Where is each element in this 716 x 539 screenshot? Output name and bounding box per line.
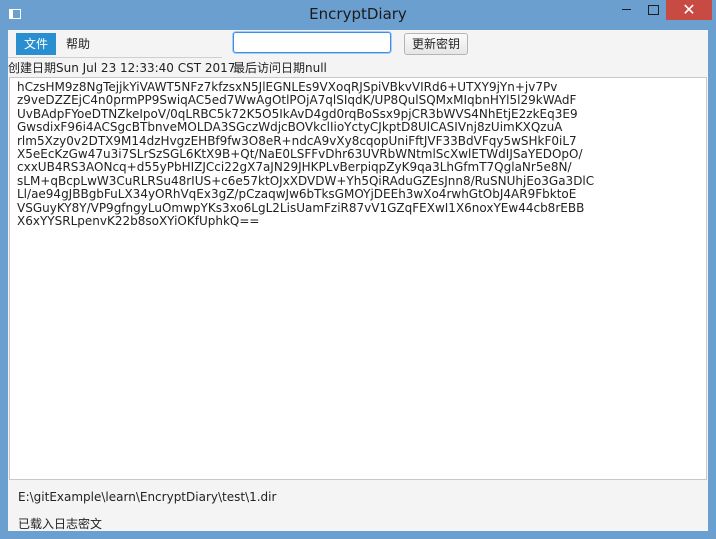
last-visited-label: 最后访问日期null — [233, 61, 327, 75]
maximize-icon — [647, 5, 659, 15]
window-title: EncryptDiary — [309, 5, 407, 23]
main-window: 文件 帮助 更新密钥 创建日期Sun Jul 23 12:33:40 CST 2… — [8, 30, 708, 531]
close-button[interactable]: ✕ — [666, 0, 712, 20]
status-message: 已载入日志密文 — [18, 517, 103, 531]
title-bar: EncryptDiary ✕ — [0, 0, 716, 30]
minimize-button[interactable] — [612, 0, 640, 20]
menu-bar: 文件 帮助 — [8, 30, 222, 58]
minimize-icon — [621, 9, 631, 10]
created-date-label: 创建日期Sun Jul 23 12:33:40 CST 2017 — [8, 61, 236, 75]
key-input[interactable] — [233, 32, 391, 53]
encrypted-content: hCzsHM9z8NgTejjkYiVAWT5NFz7kfzsxN5JlEGNL… — [17, 80, 595, 229]
file-path-label: E:\gitExample\learn\EncryptDiary\test\1.… — [18, 490, 277, 504]
maximize-button[interactable] — [640, 0, 666, 20]
close-icon: ✕ — [682, 0, 696, 19]
update-key-button[interactable]: 更新密钥 — [404, 33, 468, 55]
menu-file[interactable]: 文件 — [16, 33, 57, 55]
diary-text-area[interactable]: hCzsHM9z8NgTejjkYiVAWT5NFz7kfzsxN5JlEGNL… — [9, 77, 707, 480]
menu-help[interactable]: 帮助 — [58, 33, 98, 55]
